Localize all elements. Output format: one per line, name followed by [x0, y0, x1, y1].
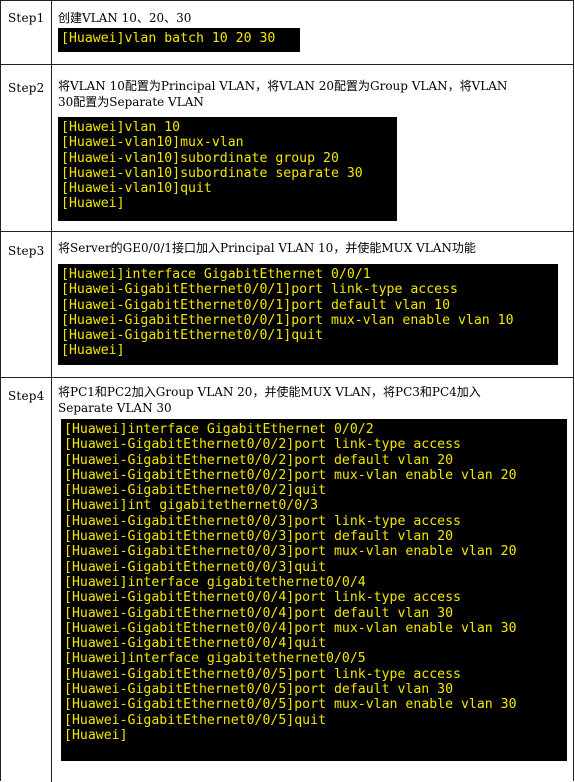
cli-line: [Huawei-GigabitEthernet0/0/2]port link-t…: [64, 437, 461, 453]
cli-terminal: [Huawei]vlan batch 10 20 30: [58, 28, 300, 52]
cli-terminal: [Huawei]interface GigabitEthernet 0/0/2 …: [61, 419, 567, 761]
step-label-cell: Step4: [1, 378, 52, 782]
cli-line: [Huawei]: [61, 343, 125, 359]
cli-line: [Huawei-vlan10]mux-vlan: [61, 135, 244, 151]
step-description: 将Server的GE0/0/1接口加入Principal VLAN 10，并使能…: [58, 241, 476, 255]
step-label: Step2: [8, 81, 45, 95]
step-label: Step4: [8, 389, 45, 403]
cli-line: [Huawei]interface gigabitethernet0/0/5: [64, 651, 366, 667]
step-row-1: Step1 创建VLAN 10、20、30 [Huawei]vlan batch…: [1, 1, 574, 65]
cli-terminal: [Huawei]vlan 10 [Huawei-vlan10]mux-vlan …: [58, 117, 397, 221]
cli-line: [Huawei]interface GigabitEthernet 0/0/2: [64, 422, 374, 437]
cli-line: [Huawei]vlan 10: [61, 120, 181, 135]
step-content: 将PC1和PC2加入Group VLAN 20，并使能MUX VLAN，将PC3…: [58, 378, 568, 782]
step-row-4: Step4 将PC1和PC2加入Group VLAN 20，并使能MUX VLA…: [1, 378, 574, 782]
cli-line: [Huawei]int gigabitethernet0/0/3: [64, 498, 319, 514]
cli-line: [Huawei-GigabitEthernet0/0/2]quit: [64, 483, 327, 499]
step-description: 将PC1和PC2加入Group VLAN 20，并使能MUX VLAN，将PC3…: [58, 385, 481, 415]
cli-line: [Huawei-GigabitEthernet0/0/1]port mux-vl…: [61, 312, 514, 328]
step-row-3: Step3 将Server的GE0/0/1接口加入Principal VLAN …: [1, 232, 574, 378]
cli-line: [Huawei]interface gigabitethernet0/0/4: [64, 574, 366, 590]
step-content: 将VLAN 10配置为Principal VLAN，将VLAN 20配置为Gro…: [58, 65, 568, 231]
cli-line: [Huawei-GigabitEthernet0/0/1]port defaul…: [61, 297, 451, 313]
cli-line: [Huawei-GigabitEthernet0/0/5]port defaul…: [64, 682, 454, 698]
cli-line: [Huawei-GigabitEthernet0/0/5]port mux-vl…: [64, 697, 517, 713]
step-content: 创建VLAN 10、20、30 [Huawei]vlan batch 10 20…: [58, 1, 568, 64]
step-description: 将VLAN 10配置为Principal VLAN，将VLAN 20配置为Gro…: [58, 79, 508, 109]
cli-line: [Huawei-GigabitEthernet0/0/4]port mux-vl…: [64, 620, 517, 636]
cli-line: [Huawei-GigabitEthernet0/0/3]port link-t…: [64, 513, 461, 529]
cli-line: [Huawei-GigabitEthernet0/0/5]port link-t…: [64, 666, 461, 682]
cli-line: [Huawei-GigabitEthernet0/0/1]port link-t…: [61, 282, 458, 298]
step-description: 创建VLAN 10、20、30: [58, 11, 192, 25]
cli-line: [Huawei]: [61, 196, 125, 212]
steps-table: Step1 创建VLAN 10、20、30 [Huawei]vlan batch…: [0, 0, 574, 782]
cli-line: [Huawei-vlan10]subordinate separate 30: [61, 165, 363, 181]
cli-line: [Huawei-GigabitEthernet0/0/3]port mux-vl…: [64, 544, 517, 560]
cli-line: [Huawei-GigabitEthernet0/0/1]quit: [61, 328, 324, 344]
step-label: Step3: [8, 244, 45, 258]
cli-line: [Huawei-GigabitEthernet0/0/4]quit: [64, 636, 327, 652]
cli-terminal: [Huawei]interface GigabitEthernet 0/0/1 …: [58, 264, 558, 365]
cli-line: [Huawei]: [64, 727, 128, 743]
cli-line: [Huawei]vlan batch 10 20 30: [61, 31, 276, 46]
step-label-cell: Step1: [1, 1, 52, 64]
cli-line: [Huawei-GigabitEthernet0/0/3]port defaul…: [64, 529, 454, 545]
step-label-cell: Step2: [1, 65, 52, 231]
cli-line: [Huawei-GigabitEthernet0/0/3]quit: [64, 559, 327, 575]
step-label-cell: Step3: [1, 232, 52, 377]
cli-line: [Huawei-GigabitEthernet0/0/5]quit: [64, 712, 327, 728]
cli-line: [Huawei-GigabitEthernet0/0/2]port mux-vl…: [64, 467, 517, 483]
step-label: Step1: [8, 11, 45, 25]
cli-line: [Huawei]interface GigabitEthernet 0/0/1: [61, 267, 371, 282]
step-row-2: Step2 将VLAN 10配置为Principal VLAN，将VLAN 20…: [1, 65, 574, 232]
cli-line: [Huawei-vlan10]quit: [61, 181, 212, 197]
cli-line: [Huawei-GigabitEthernet0/0/4]port link-t…: [64, 590, 461, 606]
cli-line: [Huawei-vlan10]subordinate group 20: [61, 150, 339, 166]
step-content: 将Server的GE0/0/1接口加入Principal VLAN 10，并使能…: [58, 232, 568, 377]
cli-line: [Huawei-GigabitEthernet0/0/2]port defaul…: [64, 452, 454, 468]
cli-line: [Huawei-GigabitEthernet0/0/4]port defaul…: [64, 605, 454, 621]
